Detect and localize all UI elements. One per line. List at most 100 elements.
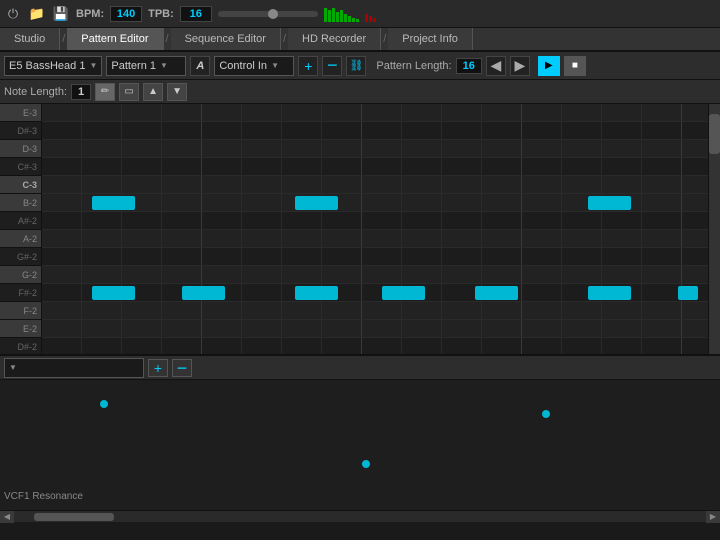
tpb-value[interactable]: 16 — [180, 6, 212, 22]
grid-row-13[interactable] — [42, 338, 708, 354]
note-toolbar: Note Length: 1 ✏ ▭ ▲ ▼ — [0, 80, 720, 104]
up-tool[interactable]: ▲ — [143, 83, 163, 101]
piano-key-F-2[interactable]: F-2 — [0, 302, 41, 320]
tab-pattern-editor[interactable]: Pattern Editor — [67, 28, 163, 50]
grid-cell-11-7 — [322, 302, 362, 319]
auto-dot-0[interactable] — [100, 400, 108, 408]
grid-cell-7-6 — [282, 230, 322, 247]
tab-project-info[interactable]: Project Info — [388, 28, 473, 50]
grid-cell-8-14 — [602, 248, 642, 265]
grid-row-1[interactable] — [42, 122, 708, 140]
select-tool[interactable]: ▭ — [119, 83, 139, 101]
piano-key-A-2[interactable]: A-2 — [0, 230, 41, 248]
pattern-length-label: Pattern Length: — [376, 60, 451, 72]
grid-cell-4-2 — [122, 176, 162, 193]
note-length-value[interactable]: 1 — [71, 84, 91, 100]
grid-cell-6-11 — [482, 212, 522, 229]
piano-key-Gs-2[interactable]: G#-2 — [0, 248, 41, 266]
grid-cell-7-3 — [162, 230, 202, 247]
bpm-label: BPM: — [76, 8, 104, 20]
power-icon[interactable]: ⏻ — [4, 5, 22, 23]
piano-key-E-3[interactable]: E-3 — [0, 104, 41, 122]
automation-dropdown[interactable]: ▼ — [4, 358, 144, 378]
piano-key-G-2[interactable]: G-2 — [0, 266, 41, 284]
grid-row-0[interactable] — [42, 104, 708, 122]
tab-hd-recorder[interactable]: HD Recorder — [288, 28, 381, 50]
piano-key-E-2[interactable]: E-2 — [0, 320, 41, 338]
grid-row-7[interactable] — [42, 230, 708, 248]
grid-cell-5-9 — [402, 194, 442, 211]
grid-row-5[interactable] — [42, 194, 708, 212]
grid-cell-4-12 — [522, 176, 562, 193]
piano-key-Cs-3[interactable]: C#-3 — [0, 158, 41, 176]
grid-cell-1-9 — [402, 122, 442, 139]
piano-key-B-2[interactable]: B-2 — [0, 194, 41, 212]
grid-row-12[interactable] — [42, 320, 708, 338]
grid-row-2[interactable] — [42, 140, 708, 158]
h-scroll-thumb[interactable] — [34, 513, 114, 521]
pattern-length-down[interactable]: ◀ — [486, 56, 506, 76]
tab-studio[interactable]: Studio — [0, 28, 60, 50]
scrollbar-thumb[interactable] — [709, 114, 720, 154]
grid-cell-2-3 — [162, 140, 202, 157]
grid-row-3[interactable] — [42, 158, 708, 176]
link-icon[interactable]: ⛓ — [346, 56, 366, 76]
grid-row-8[interactable] — [42, 248, 708, 266]
save-icon[interactable]: 💾 — [52, 5, 70, 23]
grid-cell-8-1 — [82, 248, 122, 265]
piano-key-D-3[interactable]: D-3 — [0, 140, 41, 158]
auto-dot-2[interactable] — [542, 410, 550, 418]
piano-key-C-3[interactable]: C-3 — [0, 176, 41, 194]
bpm-value[interactable]: 140 — [110, 6, 142, 22]
instrument-dropdown[interactable]: E5 BassHead 1 ▼ — [4, 56, 102, 76]
stop-button[interactable]: ■ — [564, 56, 586, 76]
grid-cell-5-13 — [562, 194, 602, 211]
tab-sequence-editor[interactable]: Sequence Editor — [171, 28, 281, 50]
pattern-length-up[interactable]: ▶ — [510, 56, 530, 76]
grid-row-6[interactable] — [42, 212, 708, 230]
horizontal-scrollbar[interactable]: ◀ ▶ — [0, 510, 720, 522]
piano-key-As-2[interactable]: A#-2 — [0, 212, 41, 230]
pattern-length-value[interactable]: 16 — [456, 58, 482, 74]
play-button[interactable]: ▶ — [538, 56, 560, 76]
grid-cell-11-12 — [522, 302, 562, 319]
grid-cell-10-0 — [42, 284, 82, 301]
piano-key-Fs-2[interactable]: F#-2 — [0, 284, 41, 302]
vertical-scrollbar[interactable] — [708, 104, 720, 354]
automation-area[interactable]: VCF1 Resonance — [0, 380, 720, 510]
grid-cell-5-6 — [282, 194, 322, 211]
automation-remove-button[interactable]: − — [172, 359, 192, 377]
grid-row-11[interactable] — [42, 302, 708, 320]
grid-cell-9-10 — [442, 266, 482, 283]
pattern-dropdown[interactable]: Pattern 1 ▼ — [106, 56, 186, 76]
grid-cell-13-9 — [402, 338, 442, 354]
remove-note-button[interactable]: − — [322, 56, 342, 76]
grid-cell-3-7 — [322, 158, 362, 175]
scroll-left-arrow[interactable]: ◀ — [0, 511, 14, 523]
grid-cell-9-2 — [122, 266, 162, 283]
pencil-tool[interactable]: ✏ — [95, 83, 115, 101]
grid-cell-13-10 — [442, 338, 482, 354]
grid-area[interactable] — [42, 104, 708, 354]
grid-row-4[interactable] — [42, 176, 708, 194]
grid-cell-9-6 — [282, 266, 322, 283]
master-volume-slider[interactable] — [218, 11, 318, 17]
control-dropdown[interactable]: Control In ▼ — [214, 56, 294, 76]
tab-sep-3: / — [281, 28, 288, 50]
grid-cell-10-2 — [122, 284, 162, 301]
note-mode-icon[interactable]: A — [190, 56, 210, 76]
grid-cell-3-12 — [522, 158, 562, 175]
grid-cell-13-11 — [482, 338, 522, 354]
auto-dot-1[interactable] — [362, 460, 370, 468]
grid-row-10[interactable] — [42, 284, 708, 302]
grid-row-9[interactable] — [42, 266, 708, 284]
piano-key-Ds-2[interactable]: D#-2 — [0, 338, 41, 354]
scroll-right-arrow[interactable]: ▶ — [706, 511, 720, 523]
add-note-button[interactable]: + — [298, 56, 318, 76]
grid-cell-11-14 — [602, 302, 642, 319]
down-tool[interactable]: ▼ — [167, 83, 187, 101]
piano-key-Ds-3[interactable]: D#-3 — [0, 122, 41, 140]
grid-cell-2-14 — [602, 140, 642, 157]
automation-add-button[interactable]: + — [148, 359, 168, 377]
folder-icon[interactable]: 📁 — [28, 5, 46, 23]
